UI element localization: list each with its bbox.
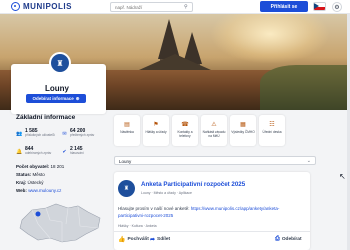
post-title[interactable]: Anketa Participativní rozpočet 2025 [141, 181, 245, 188]
quick-link-contacts[interactable]: ☎ Kontakty a telefony [172, 115, 198, 146]
quick-link-report-issue[interactable]: ⚠ Nahlásit závadu na MěÚ [201, 115, 227, 146]
status-row: Status: Město [16, 172, 45, 177]
region-row: Kraj: Ústecký [16, 180, 44, 185]
share-icon: ➦ [150, 237, 156, 243]
web-row: Web: www.mulouny.cz [16, 188, 62, 193]
plus-icon: ⊕ [75, 95, 80, 101]
board-icon: ▤ [124, 122, 130, 128]
munipolis-logo[interactable]: MUNIPOLIS [11, 2, 72, 11]
city-name: Louny [45, 84, 69, 93]
post-author-avatar[interactable]: ♜ [118, 180, 135, 197]
users-icon: 👥 [16, 130, 23, 137]
bell-icon: 🔔 [16, 148, 23, 155]
logo-text: MUNIPOLIS [23, 2, 72, 11]
subscribe-button[interactable]: ⎙ Odebírat [275, 236, 302, 243]
subscribe-info-button[interactable]: Odebírat informace ⊕ [26, 94, 86, 103]
quick-link-notice-board[interactable]: ☷ Úřední deska [259, 115, 285, 146]
quick-link-reports[interactable]: ⚑ Hlášky a úřady [143, 115, 169, 146]
warning-icon: ⚠ [211, 122, 217, 128]
document-icon: ☷ [269, 122, 275, 128]
divider [114, 231, 310, 232]
czech-flag-icon[interactable] [313, 2, 326, 11]
mail-icon: ✉ [62, 130, 67, 137]
chart-icon: ▦ [240, 122, 246, 128]
thumbs-up-icon: 👍 [118, 237, 126, 243]
flag-icon: ⚑ [153, 122, 159, 128]
post-categories: Hlášky · Kultura · Anketa [118, 224, 157, 228]
login-button[interactable]: Přihlásit se [260, 1, 308, 12]
basic-info-heading: Základní informace [16, 114, 76, 121]
stat-votes: ✔ 2 145 hlasování [62, 146, 84, 155]
web-link[interactable]: www.mulouny.cz [28, 188, 61, 193]
location-filter-select[interactable]: Louny ⌄ [114, 156, 316, 165]
quick-link-results[interactable]: ▦ Výsledky ČMHO [230, 115, 256, 146]
population-row: Počet obyvatel: 18 201 [16, 164, 65, 169]
like-button[interactable]: 👍 Pochválit [118, 236, 149, 243]
post-body: Hlasujte prosím v naší nové anketě: http… [118, 206, 280, 218]
check-icon: ✔ [62, 148, 67, 155]
stat-users: 👥 1 585 příslušných uživatelů [16, 128, 55, 137]
gear-icon[interactable]: ⚙ [332, 2, 342, 12]
map-pin-icon [35, 211, 41, 217]
stat-read-messages: ✉ 64 200 přečtených zpráv [62, 128, 95, 137]
city-crest-icon: ♜ [49, 52, 71, 74]
filter-value: Louny [119, 158, 132, 164]
chevron-down-icon: ⌄ [306, 158, 311, 164]
stat-subscribed: 🔔 844 odebíraných zpráv [16, 146, 52, 155]
share-button[interactable]: ➦ Sdílet [150, 236, 170, 243]
search-icon[interactable]: ⚲ [184, 4, 188, 10]
quick-link-board[interactable]: ▤ Nástěnka [114, 115, 140, 146]
logo-mark-icon [11, 2, 20, 11]
printer-icon: ⎙ [275, 236, 280, 242]
post-meta: Louny · Město a úřady · Aplikace [141, 191, 192, 195]
search-input[interactable] [110, 2, 193, 12]
czech-map[interactable] [16, 200, 106, 250]
subscribe-info-label: Odebírat informace [32, 96, 74, 101]
phone-icon: ☎ [181, 122, 189, 128]
mouse-cursor-icon: ↖ [339, 172, 346, 181]
